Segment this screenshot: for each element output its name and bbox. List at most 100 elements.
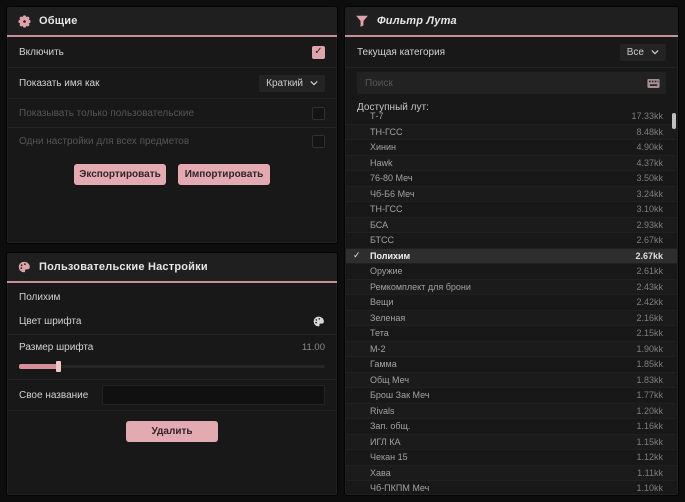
delete-row: Удалить <box>7 421 337 442</box>
enable-label: Включить <box>19 46 64 58</box>
font-size-label: Размер шрифта <box>19 341 94 353</box>
loot-item-name: БСА <box>370 219 389 230</box>
scrollbar-thumb[interactable] <box>672 113 676 129</box>
list-item[interactable]: Хинин 4.90kk <box>346 140 677 156</box>
list-item[interactable]: Зеленая 2.16kk <box>346 310 677 326</box>
loot-item-value: 1.15kk <box>636 436 663 447</box>
font-size-slider-wrap <box>7 361 337 380</box>
loot-filter-panel: Фильтр Лута Текущая категория Все Поиск … <box>344 6 679 496</box>
selected-item-name: Полихим <box>19 292 61 303</box>
loot-item-name: Хинин <box>370 142 396 153</box>
loot-item-value: 1.77kk <box>636 390 663 401</box>
font-size-row: Размер шрифта 11.00 <box>7 335 337 359</box>
panel-title: Фильтр Лута <box>377 15 457 27</box>
loot-item-value: 2.93kk <box>636 219 663 230</box>
loot-item-name: М-2 <box>370 343 386 354</box>
list-item[interactable]: Т-7 17.33kk <box>346 109 677 125</box>
loot-item-name: Вещи <box>370 297 394 308</box>
category-label: Текущая категория <box>357 46 446 58</box>
loot-item-name: ТН-ГСС <box>370 126 403 137</box>
list-item[interactable]: ✓ Полихим 2.67kk <box>346 248 677 264</box>
category-row: Текущая категория Все <box>345 37 678 68</box>
loot-item-value: 2.16kk <box>636 312 663 323</box>
display-name-row: Показать имя как Краткий <box>7 68 337 99</box>
color-picker-icon[interactable] <box>311 314 325 328</box>
same-settings-row: Одни настройки для всех предметов <box>7 128 337 154</box>
same-settings-label: Одни настройки для всех предметов <box>19 135 190 147</box>
enable-row: Включить ✓ <box>7 37 337 68</box>
font-size-value: 11.00 <box>301 341 325 353</box>
display-name-dropdown[interactable]: Краткий <box>259 74 325 92</box>
list-item[interactable]: БСА 2.93kk <box>346 217 677 233</box>
custom-name-input[interactable] <box>102 385 325 405</box>
font-size-slider[interactable] <box>19 361 325 372</box>
list-item[interactable]: Чб-Б6 Меч 3.24kk <box>346 186 677 202</box>
loot-item-value: 2.67kk <box>635 250 663 261</box>
loot-item-name: Зап. общ. <box>370 421 411 432</box>
list-item[interactable]: Тета 2.15kk <box>346 326 677 342</box>
list-item[interactable]: Чб-ПКПМ Меч 1.10kk <box>346 481 677 494</box>
loot-item-value: 2.61kk <box>636 266 663 277</box>
list-item[interactable]: 76-80 Меч 3.50kk <box>346 171 677 187</box>
list-item[interactable]: Вещи 2.42kk <box>346 295 677 311</box>
loot-item-value: 2.42kk <box>636 297 663 308</box>
list-item[interactable]: Хава 1.11kk <box>346 465 677 481</box>
loot-item-value: 3.24kk <box>636 188 663 199</box>
loot-item-name: БТСС <box>370 235 394 246</box>
chevron-down-icon <box>310 80 318 86</box>
font-color-label: Цвет шрифта <box>19 315 82 327</box>
loot-filter-settings-screen: Общие Включить ✓ Показать имя как Кратки… <box>0 0 685 502</box>
loot-item-value: 1.83kk <box>636 374 663 385</box>
category-dropdown[interactable]: Все <box>619 43 666 61</box>
list-item[interactable]: БТСС 2.67kk <box>346 233 677 249</box>
slider-fill <box>19 364 59 369</box>
list-item[interactable]: Оружие 2.61kk <box>346 264 677 280</box>
loot-item-name: Чб-ПКПМ Меч <box>370 483 430 494</box>
loot-item-value: 4.90kk <box>636 142 663 153</box>
loot-item-value: 1.90kk <box>636 343 663 354</box>
list-item[interactable]: Ремкомплект для брони 2.43kk <box>346 279 677 295</box>
only-custom-checkbox[interactable] <box>312 106 325 120</box>
display-name-label: Показать имя как <box>19 77 100 89</box>
slider-handle[interactable] <box>56 361 61 372</box>
loot-item-value: 1.11kk <box>637 467 663 478</box>
loot-filter-header: Фильтр Лута <box>345 7 678 35</box>
list-item[interactable]: ТН-ГСС 3.10kk <box>346 202 677 218</box>
chevron-down-icon <box>651 49 659 55</box>
delete-button[interactable]: Удалить <box>126 421 218 442</box>
custom-settings-header: Пользовательские Настройки <box>7 253 337 281</box>
loot-item-name: Зеленая <box>370 312 406 323</box>
list-item[interactable]: ТН-ГСС 8.48kk <box>346 124 677 140</box>
loot-item-name: Ремкомплект для брони <box>370 281 471 292</box>
import-button[interactable]: Импортировать <box>178 164 270 185</box>
only-custom-row: Показывать только пользовательские <box>7 99 337 128</box>
list-item[interactable]: Rivals 1.20kk <box>346 403 677 419</box>
loot-item-name: Полихим <box>370 250 411 261</box>
list-item[interactable]: Гамма 1.85kk <box>346 357 677 373</box>
list-item[interactable]: Чекан 15 1.12kk <box>346 450 677 466</box>
list-item[interactable]: Брош Зак Меч 1.77kk <box>346 388 677 404</box>
list-item[interactable]: Hawk 4.37kk <box>346 155 677 171</box>
selected-check-icon: ✓ <box>353 250 361 261</box>
loot-item-value: 3.10kk <box>636 204 663 215</box>
search-box <box>357 72 666 94</box>
loot-item-value: 1.10kk <box>636 483 663 494</box>
enable-checkbox[interactable]: ✓ <box>312 45 325 59</box>
loot-item-name: 76-80 Меч <box>370 173 413 184</box>
list-item[interactable]: М-2 1.90kk <box>346 341 677 357</box>
same-settings-checkbox[interactable] <box>312 134 325 148</box>
loot-item-value: 4.37kk <box>636 157 663 168</box>
custom-settings-panel: Пользовательские Настройки Полихим Цвет … <box>6 252 338 496</box>
keyboard-icon[interactable] <box>646 76 660 90</box>
panel-title: Пользовательские Настройки <box>39 261 208 273</box>
funnel-icon <box>355 14 369 28</box>
search-input[interactable] <box>363 76 640 90</box>
list-item[interactable]: Зап. общ. 1.16kk <box>346 419 677 435</box>
export-import-row: Экспортировать Импортировать <box>7 164 337 185</box>
loot-item-name: Rivals <box>370 405 395 416</box>
panel-title: Общие <box>39 15 78 27</box>
list-item[interactable]: Общ Меч 1.83kk <box>346 372 677 388</box>
list-item[interactable]: ИГЛ КА 1.15kk <box>346 434 677 450</box>
export-button[interactable]: Экспортировать <box>74 164 166 185</box>
loot-item-name: Общ Меч <box>370 374 410 385</box>
